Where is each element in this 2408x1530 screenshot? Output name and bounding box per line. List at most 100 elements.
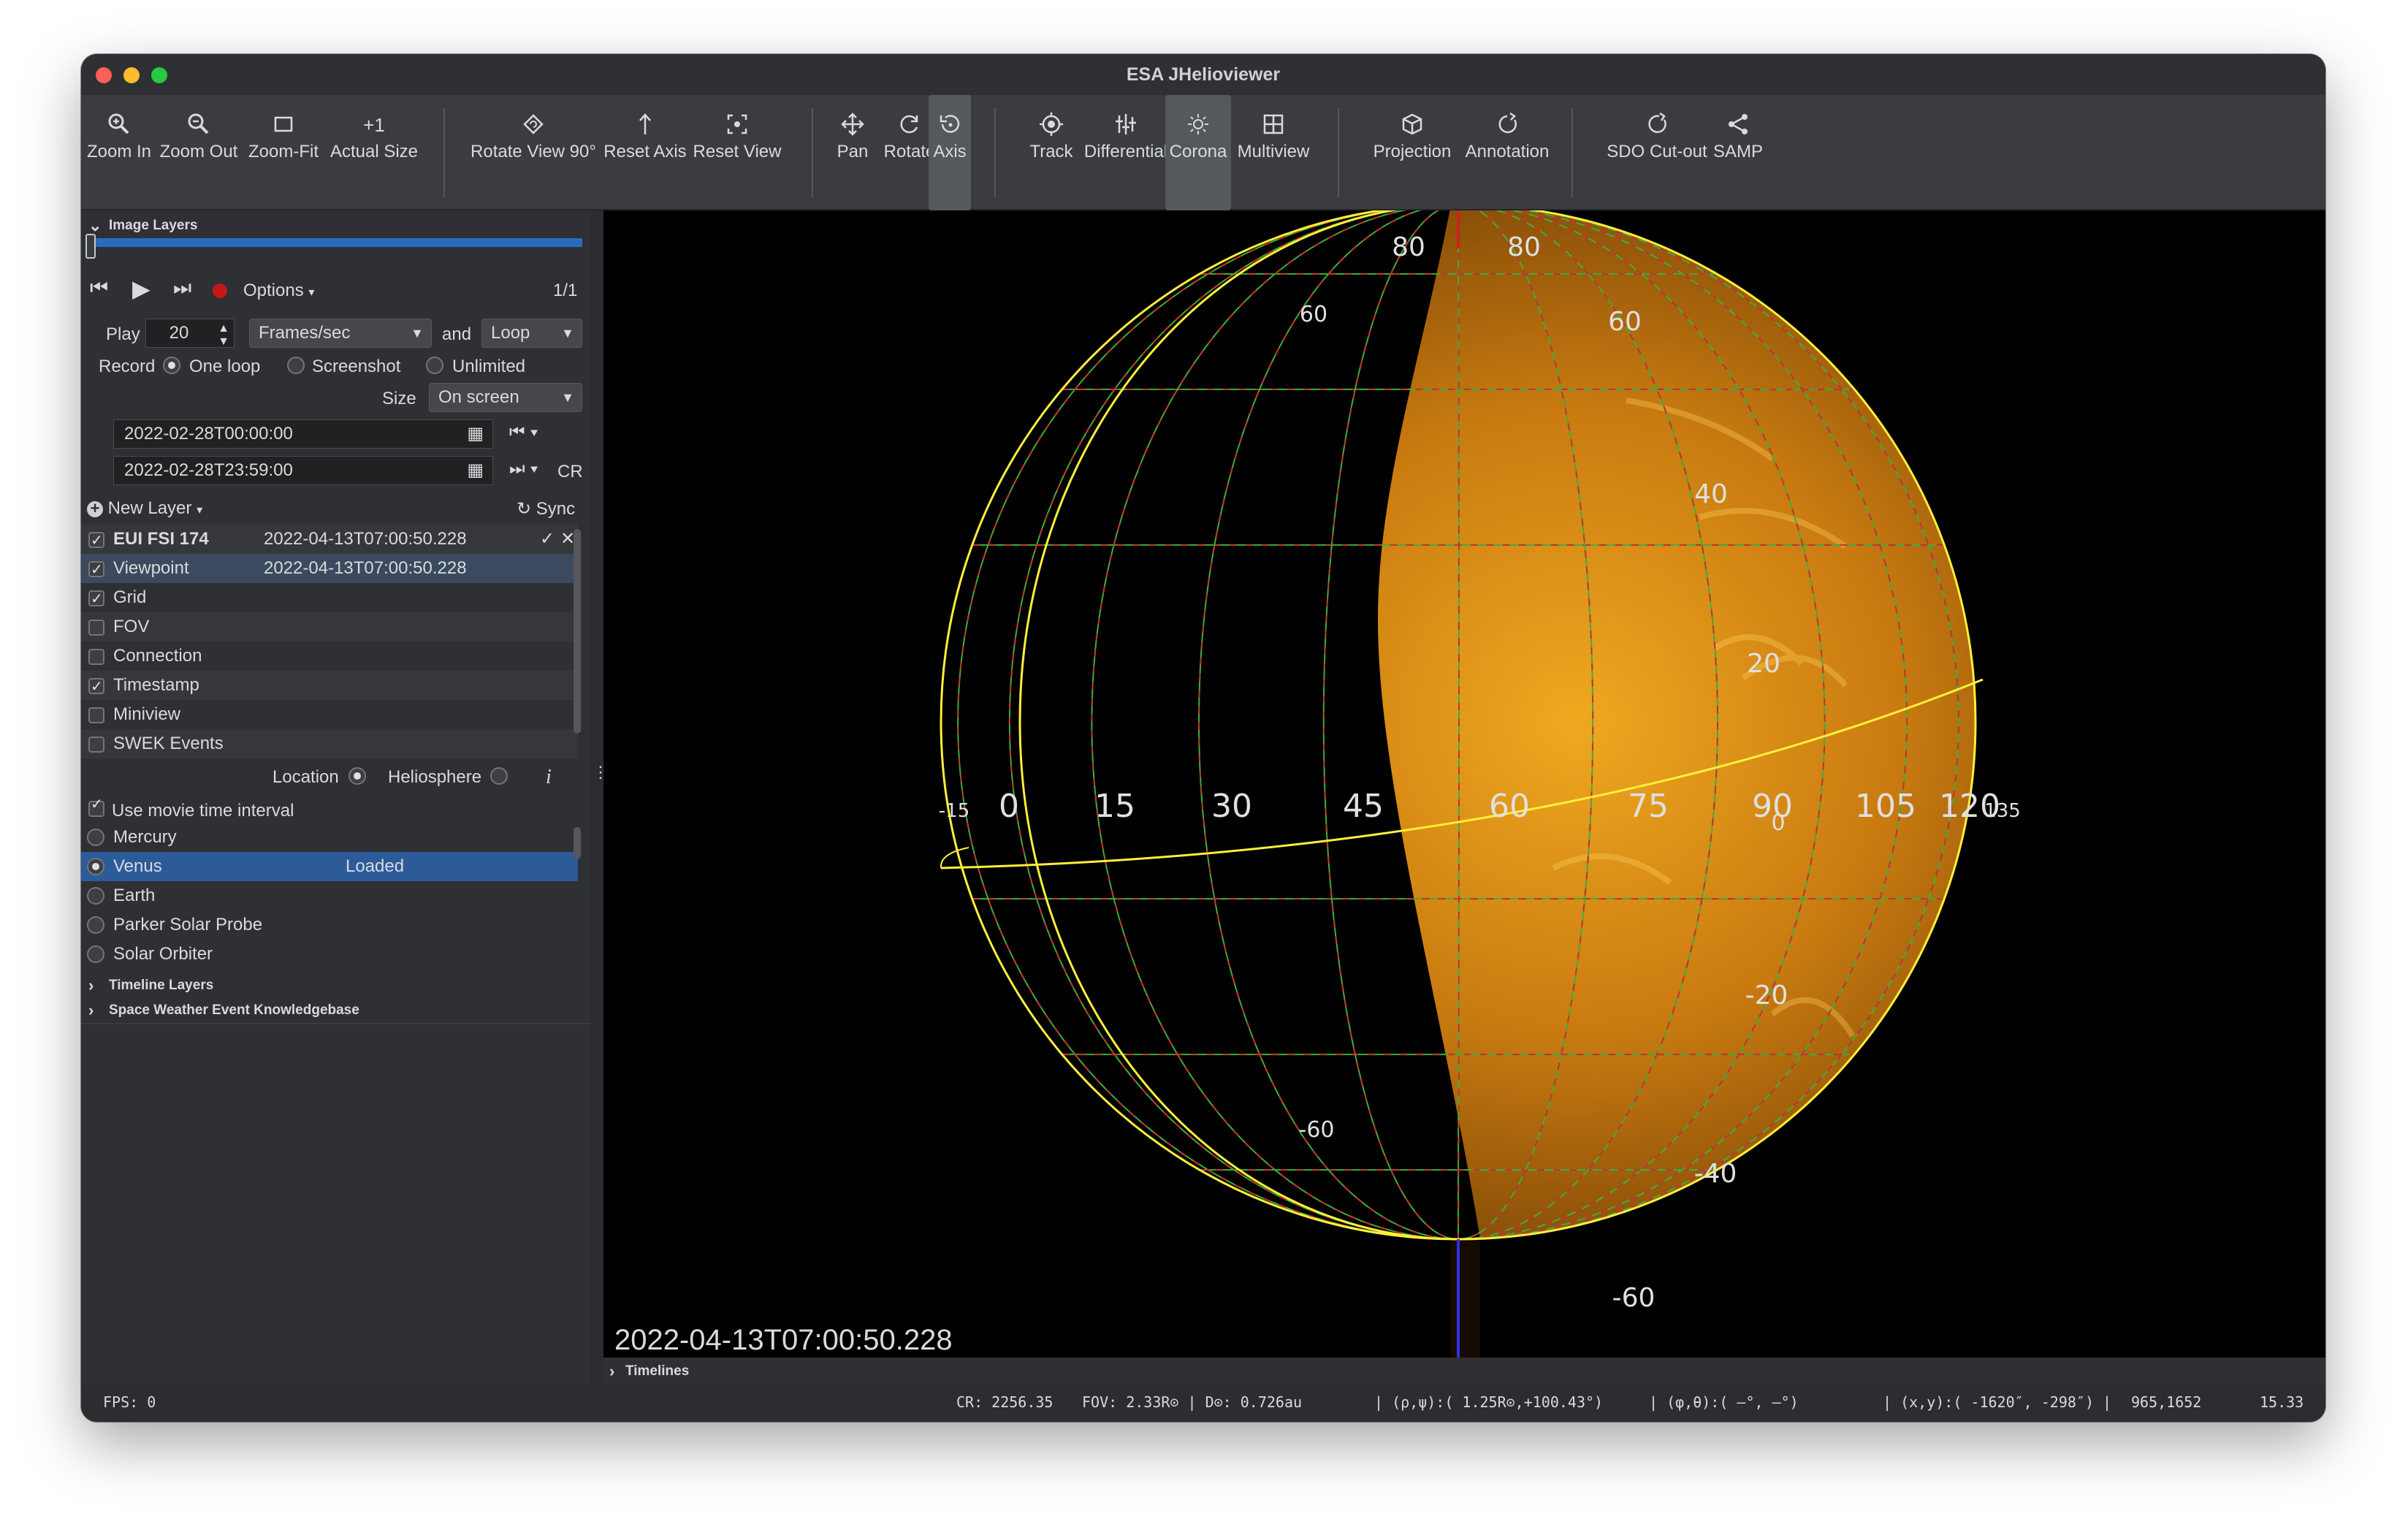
reset-view-icon bbox=[727, 114, 747, 134]
unlimited-radio[interactable] bbox=[426, 357, 443, 374]
screenshot-radio[interactable] bbox=[287, 357, 305, 374]
longitude-label: 30 bbox=[1211, 788, 1252, 825]
layer-row-eui[interactable]: EUI FSI 1742022-04-13T07:00:50.228✓✕ bbox=[81, 525, 578, 555]
longitude-label: 105 bbox=[1855, 788, 1916, 825]
splitter-handle[interactable]: ⋮ bbox=[593, 763, 609, 785]
frame-slider[interactable] bbox=[85, 238, 582, 247]
viewpoint-row-solar-orbiter[interactable]: Solar Orbiter bbox=[81, 940, 578, 969]
toolbar-separator bbox=[443, 108, 445, 197]
layer-checkbox[interactable] bbox=[88, 585, 104, 614]
cr-button[interactable]: CR bbox=[557, 462, 583, 482]
jump-start-icon[interactable]: ⏮ ▾ bbox=[509, 422, 538, 443]
fps-readout: FPS: 0 bbox=[103, 1393, 156, 1411]
multiview-button[interactable]: Multiview bbox=[1232, 95, 1314, 210]
reset-axis-button[interactable]: Reset Axis bbox=[601, 95, 689, 210]
projection-button[interactable]: Projection bbox=[1363, 95, 1462, 210]
jump-end-icon[interactable]: ⏭ ▾ bbox=[509, 459, 538, 479]
play-icon[interactable]: ▶ bbox=[132, 275, 150, 302]
reset-view-button[interactable]: Reset View bbox=[692, 95, 782, 210]
play-speed-spinner[interactable]: 20 ▲ ▼ bbox=[145, 319, 235, 348]
loop-mode-select[interactable]: Loop ▼ bbox=[481, 319, 582, 348]
projection-icon bbox=[1402, 113, 1422, 135]
layer-row-timestamp[interactable]: Timestamp bbox=[81, 671, 578, 701]
viewpoint-row-earth[interactable]: Earth bbox=[81, 881, 578, 910]
layer-name: Miniview bbox=[113, 704, 181, 724]
samp-button[interactable]: SAMP bbox=[1707, 95, 1769, 210]
location-radio[interactable] bbox=[348, 767, 366, 785]
layer-name: Connection bbox=[113, 646, 202, 666]
check-icon[interactable]: ✓ bbox=[540, 525, 555, 554]
chevron-down-icon: ▼ bbox=[561, 390, 574, 405]
sdo-cutout-button[interactable]: SDO Cut-out bbox=[1593, 95, 1721, 210]
rotate-view-button[interactable]: Rotate View 90° bbox=[468, 95, 598, 210]
actual-size-button[interactable]: +1 Actual Size bbox=[327, 95, 422, 210]
size-select[interactable]: On screen ▼ bbox=[429, 383, 582, 412]
zoom-in-button[interactable]: Zoom In bbox=[84, 95, 154, 210]
viewpoint-row-mercury[interactable]: Mercury bbox=[81, 823, 578, 852]
differential-button[interactable]: Differential bbox=[1075, 95, 1177, 210]
timeline-layers-header[interactable]: › Timeline Layers bbox=[81, 976, 590, 1001]
one-loop-radio[interactable] bbox=[163, 357, 180, 374]
viewpoint-radio[interactable] bbox=[87, 916, 104, 934]
speed-unit-select[interactable]: Frames/sec ▼ bbox=[249, 319, 432, 348]
step-back-icon[interactable]: ⏮ bbox=[90, 276, 108, 300]
viewpoint-row-psp[interactable]: Parker Solar Probe bbox=[81, 910, 578, 940]
spinner-icon[interactable]: ▲ ▼ bbox=[218, 322, 229, 349]
track-button[interactable]: Track bbox=[1021, 95, 1082, 210]
viewpoint-list-scrollbar[interactable] bbox=[574, 827, 581, 859]
layer-row-miniview[interactable]: Miniview bbox=[81, 700, 578, 729]
zoom-readout: 15.33 bbox=[2260, 1393, 2304, 1411]
layer-row-viewpoint[interactable]: Viewpoint 2022-04-13T07:00:50.228 bbox=[81, 554, 578, 585]
cr-readout: CR: 2256.35 bbox=[956, 1393, 1054, 1411]
calendar-icon[interactable]: ▦ bbox=[467, 420, 484, 448]
layer-row-swek[interactable]: SWEK Events bbox=[81, 729, 578, 758]
actual-size-label: Actual Size bbox=[329, 142, 419, 161]
viewpoint-radio[interactable] bbox=[87, 945, 104, 963]
layer-row-grid[interactable]: Grid bbox=[81, 583, 578, 614]
viewpoint-radio[interactable] bbox=[87, 829, 104, 846]
reset-axis-icon bbox=[639, 113, 651, 134]
speed-unit-value: Frames/sec bbox=[259, 323, 351, 343]
axis-label: Axis bbox=[933, 142, 967, 161]
layer-checkbox[interactable] bbox=[88, 737, 104, 753]
layer-row-connection[interactable]: Connection bbox=[81, 642, 578, 671]
layer-checkbox[interactable] bbox=[88, 526, 104, 555]
calendar-icon[interactable]: ▦ bbox=[467, 457, 484, 484]
viewpoint-radio[interactable] bbox=[87, 887, 104, 905]
record-icon[interactable] bbox=[213, 283, 227, 298]
options-dropdown[interactable]: Options ▾ bbox=[243, 281, 314, 301]
layer-checkbox[interactable] bbox=[88, 707, 104, 723]
zoom-fit-button[interactable]: Zoom-Fit bbox=[243, 95, 324, 210]
timelines-header[interactable]: › Timelines bbox=[603, 1358, 2325, 1385]
fov-readout: FOV: 2.33R⊙ | D⊙: 0.726au bbox=[1082, 1393, 1303, 1411]
viewpoint-name: Solar Orbiter bbox=[113, 944, 213, 964]
viewpoint-name: Parker Solar Probe bbox=[113, 915, 263, 935]
layer-checkbox[interactable] bbox=[88, 555, 104, 585]
axis-button[interactable]: Axis bbox=[929, 95, 971, 210]
viewpoint-name: Venus bbox=[113, 856, 162, 876]
track-label: Track bbox=[1029, 142, 1073, 161]
layer-checkbox[interactable] bbox=[88, 620, 104, 636]
viewpoint-radio[interactable] bbox=[87, 858, 104, 875]
layer-checkbox[interactable] bbox=[88, 649, 104, 665]
corona-button[interactable]: Corona bbox=[1165, 95, 1231, 210]
layer-list-scrollbar[interactable] bbox=[574, 529, 581, 734]
heliosphere-radio[interactable] bbox=[490, 767, 508, 785]
pan-button[interactable]: Pan bbox=[828, 95, 877, 210]
end-time-field[interactable]: 2022-02-28T23:59:00 ▦ bbox=[113, 456, 493, 485]
layer-checkbox[interactable] bbox=[88, 672, 104, 701]
frame-slider-handle[interactable] bbox=[85, 234, 96, 259]
use-movie-interval-label: Use movie time interval bbox=[112, 801, 294, 821]
start-time-field[interactable]: 2022-02-28T00:00:00 ▦ bbox=[113, 419, 493, 449]
viewpoint-row-venus[interactable]: Venus Loaded bbox=[81, 852, 578, 881]
step-forward-icon[interactable]: ⏭ bbox=[173, 276, 191, 300]
layer-row-fov[interactable]: FOV bbox=[81, 612, 578, 642]
new-layer-button[interactable]: + New Layer ▾ bbox=[87, 498, 202, 519]
annotation-button[interactable]: Annotation bbox=[1455, 95, 1560, 210]
solar-viewport[interactable]: -15015304560759010512013508060-60-808060… bbox=[603, 210, 2325, 1412]
latitude-label: 40 bbox=[1694, 479, 1728, 509]
sync-button[interactable]: ↻ Sync bbox=[517, 498, 575, 519]
zoom-out-button[interactable]: Zoom Out bbox=[157, 95, 240, 210]
info-icon[interactable]: i bbox=[546, 766, 552, 789]
use-movie-interval-checkbox[interactable] bbox=[88, 795, 104, 817]
